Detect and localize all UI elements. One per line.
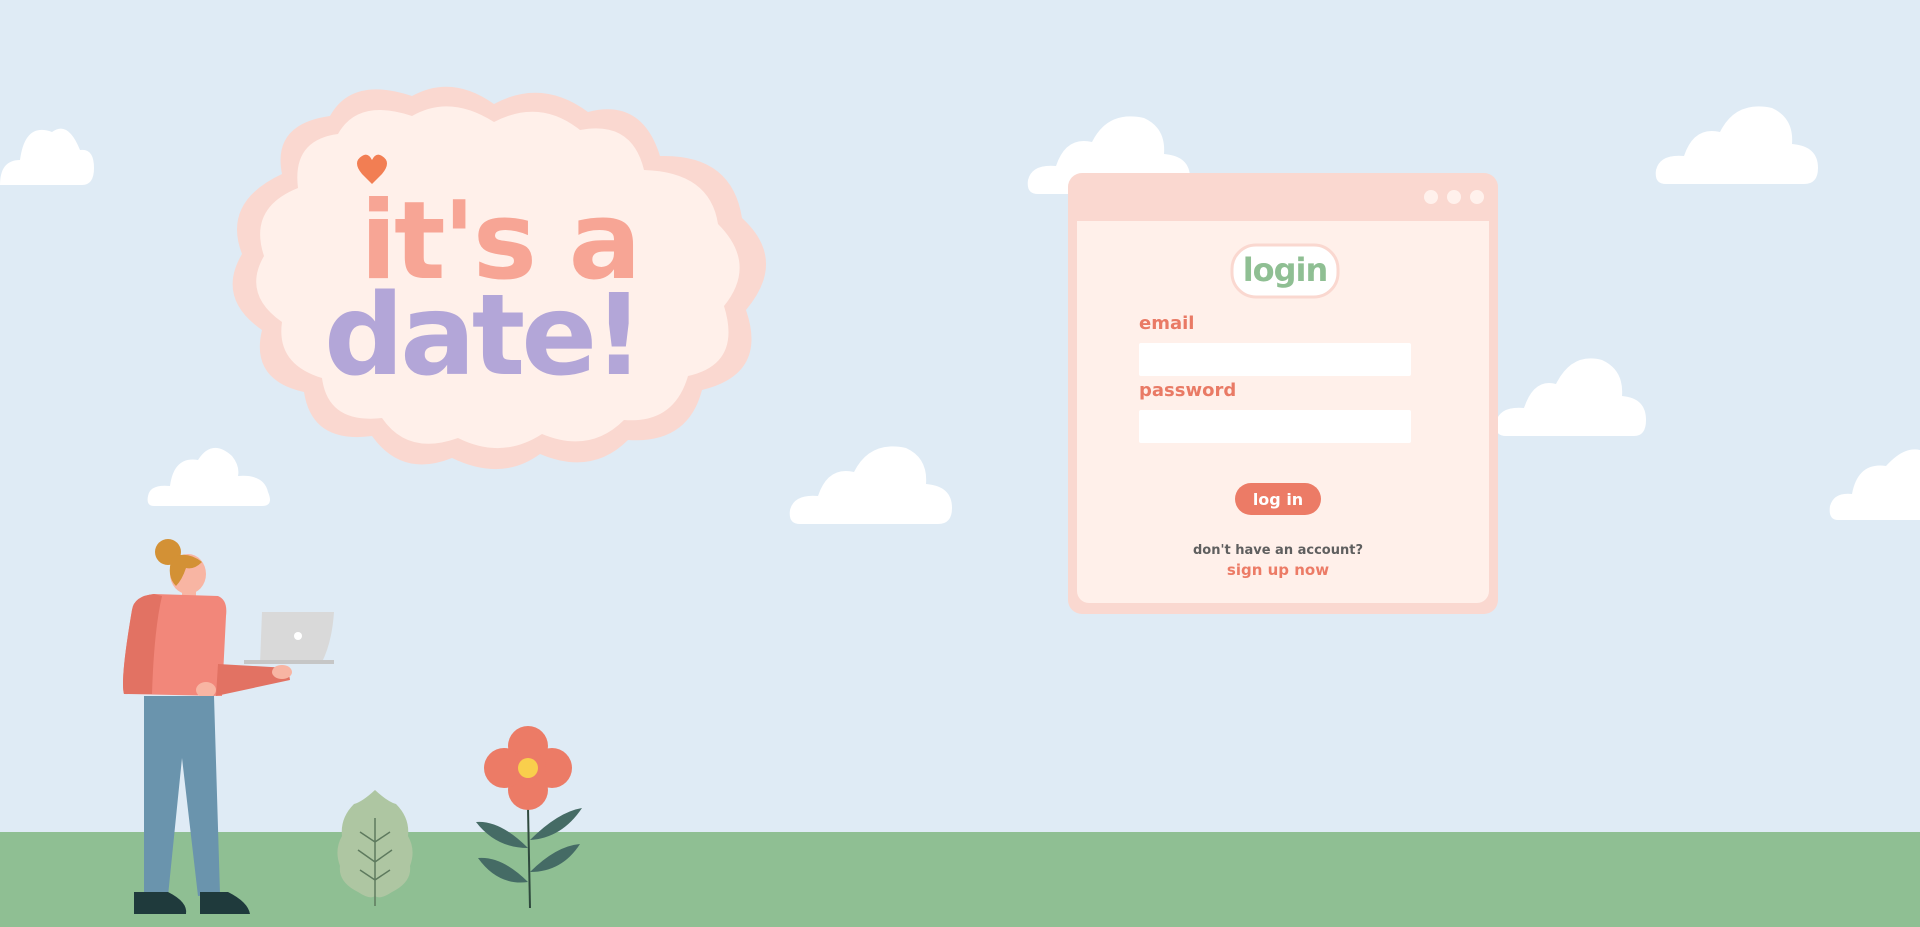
window-dot-icon bbox=[1470, 190, 1484, 204]
login-scene: it's a date! login email password log in… bbox=[0, 0, 1920, 927]
login-window: login email password log in don't have a… bbox=[1068, 173, 1498, 614]
window-titlebar bbox=[1068, 173, 1498, 219]
flower-icon bbox=[476, 726, 582, 909]
login-form: login email password log in don't have a… bbox=[1077, 221, 1489, 603]
login-button[interactable]: log in bbox=[1235, 483, 1321, 515]
signup-link[interactable]: sign up now bbox=[1077, 561, 1479, 579]
login-logo: login bbox=[1230, 243, 1340, 299]
hero-title-cloud: it's a date! bbox=[232, 86, 767, 470]
email-label: email bbox=[1139, 313, 1195, 334]
cloud-icon bbox=[789, 446, 952, 524]
login-logo-text: login bbox=[1243, 251, 1328, 289]
cloud-icon bbox=[0, 128, 94, 185]
password-field[interactable] bbox=[1139, 410, 1411, 443]
cloud-icon bbox=[1829, 449, 1920, 520]
no-account-text: don't have an account? bbox=[1193, 543, 1363, 558]
cloud-icon bbox=[1495, 358, 1646, 436]
window-dots bbox=[1424, 190, 1484, 204]
woman-with-laptop-illustration bbox=[123, 539, 334, 914]
hero-title-line-2: date! bbox=[324, 271, 640, 401]
window-dot-icon bbox=[1447, 190, 1461, 204]
window-dot-icon bbox=[1424, 190, 1438, 204]
cloud-icon bbox=[1655, 106, 1818, 184]
password-label: password bbox=[1139, 380, 1237, 401]
email-field[interactable] bbox=[1139, 343, 1411, 376]
